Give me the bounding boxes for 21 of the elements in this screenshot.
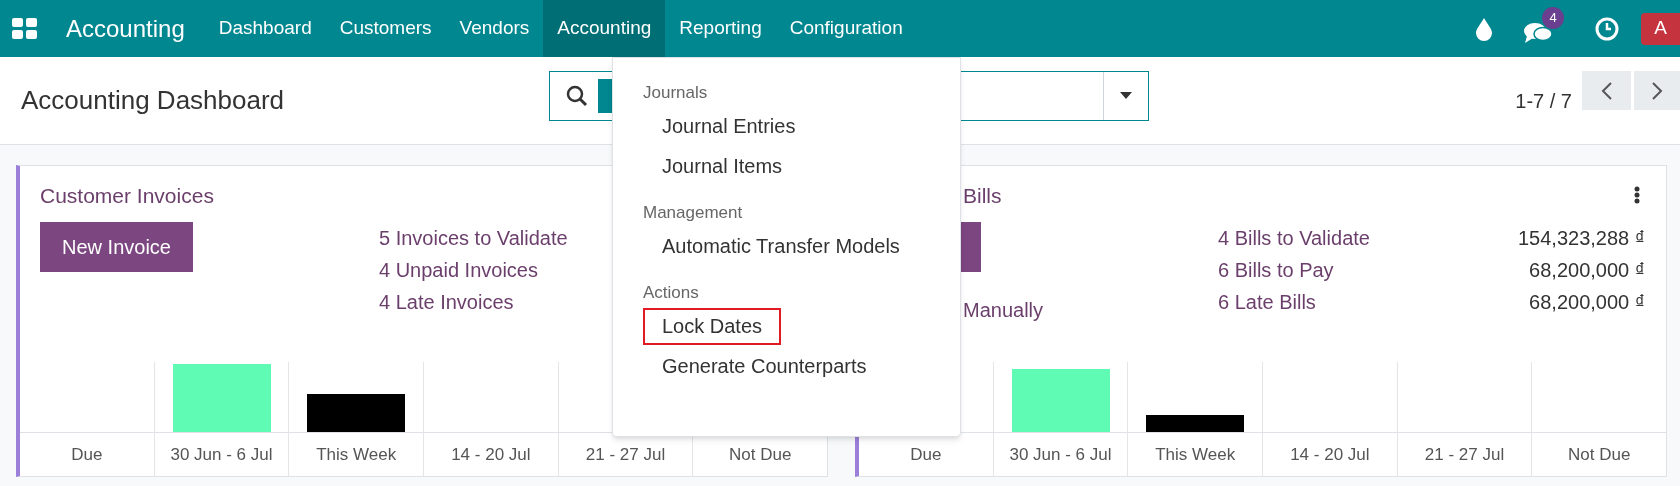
menu-section-heading: Management bbox=[642, 202, 744, 224]
axis-label: Due bbox=[910, 443, 942, 466]
menu-section-heading: Journals bbox=[642, 82, 709, 104]
amount-text: 68,200,000 ₫ bbox=[1529, 258, 1645, 283]
amount-text: 154,323,288 ₫ bbox=[1517, 226, 1645, 251]
axis-label: 30 Jun - 6 Jul bbox=[1009, 443, 1112, 466]
axis-label: Not Due bbox=[1568, 443, 1631, 466]
menu-section-heading: Actions bbox=[642, 282, 700, 304]
axis-label: 14 - 20 Jul bbox=[451, 443, 531, 466]
axis-label: 21 - 27 Jul bbox=[1424, 443, 1505, 466]
axis-label: This Week bbox=[1155, 443, 1236, 466]
axis-label: 21 - 27 Jul bbox=[585, 443, 666, 466]
axis-label: 30 Jun - 6 Jul bbox=[170, 443, 273, 466]
axis-label: 14 - 20 Jul bbox=[1290, 443, 1370, 466]
page-title: Accounting Dashboard bbox=[21, 84, 285, 117]
notification-count: 4 bbox=[1542, 6, 1564, 29]
axis-label: Not Due bbox=[729, 443, 792, 466]
axis-label: Due bbox=[71, 443, 103, 466]
pager-text: 1-7 / 7 bbox=[1515, 88, 1572, 114]
amount-text: 68,200,000 ₫ bbox=[1529, 290, 1645, 315]
axis-label: This Week bbox=[316, 443, 397, 466]
